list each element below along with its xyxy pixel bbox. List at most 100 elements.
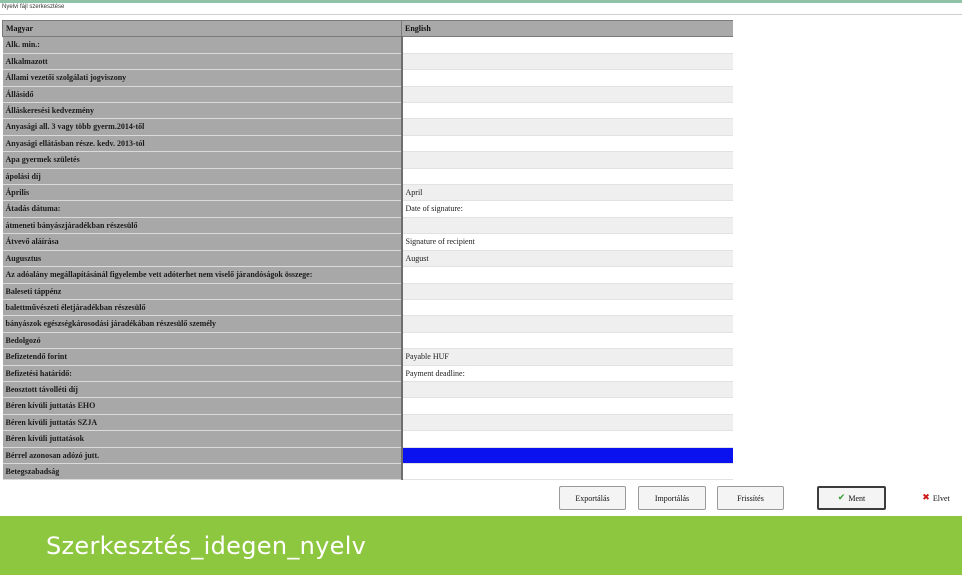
english-cell[interactable] (401, 381, 733, 399)
english-cell[interactable] (401, 299, 733, 317)
cancel-button-label: Elvet (932, 493, 950, 503)
magyar-cell: ápolási díj (2, 168, 403, 186)
save-button[interactable]: ✔ Ment (817, 486, 886, 510)
grid-row[interactable]: átmeneti bányászjáradékban részesülő (2, 217, 733, 235)
magyar-cell: átmeneti bányászjáradékban részesülő (2, 217, 403, 235)
grid-row[interactable]: Béren kívüli juttatás EHO (2, 397, 733, 415)
grid-row[interactable]: Alk. min.: (2, 36, 733, 54)
grid-row[interactable]: Beosztott távolléti díj (2, 381, 733, 399)
grid-row[interactable]: Béren kívüli juttatás SZJA (2, 414, 733, 432)
export-button-label: Exportálás (575, 493, 610, 503)
magyar-cell: Alkalmazott (2, 53, 403, 71)
magyar-cell: Állásidő (2, 86, 403, 104)
x-icon: ✖ (922, 493, 930, 503)
grid-row[interactable]: bányászok egészségkárosodási járadékában… (2, 315, 733, 333)
magyar-cell: Baleseti táppénz (2, 283, 403, 300)
magyar-cell: Betegszabadság (2, 463, 403, 481)
magyar-cell: Átadás dátuma: (2, 200, 403, 218)
update-button[interactable]: Frissítés (717, 486, 784, 510)
grid-row[interactable]: ápolási díj (2, 168, 733, 186)
grid-row[interactable]: Befizetendő forint Payable HUF (2, 348, 733, 366)
english-cell[interactable] (401, 53, 733, 71)
grid-row[interactable]: Álláskeresési kedvezmény (2, 102, 733, 120)
export-button[interactable]: Exportálás (559, 486, 626, 510)
english-cell[interactable] (401, 217, 733, 235)
english-cell[interactable] (401, 168, 733, 186)
caption-text: Szerkesztés_idegen_nyelv (46, 532, 367, 560)
grid-row[interactable]: Baleseti táppénz (2, 283, 733, 300)
grid-row[interactable]: Alkalmazott (2, 53, 733, 71)
english-cell[interactable]: August (401, 250, 733, 268)
english-cell[interactable] (401, 447, 733, 464)
grid-row[interactable]: Anyasági ellátásban része. kedv. 2013-tó… (2, 135, 733, 153)
magyar-cell: Anyasági all. 3 vagy több gyerm.2014-től (2, 118, 403, 136)
import-button[interactable]: Importálás (638, 486, 706, 510)
grid-row[interactable]: Átadás dátuma: Date of signature: (2, 200, 733, 218)
magyar-cell: Befizetési határidő: (2, 365, 403, 382)
grid-row[interactable]: Bedolgozó (2, 332, 733, 350)
update-button-label: Frissítés (737, 493, 764, 503)
english-cell[interactable] (401, 69, 733, 87)
magyar-cell: Állami vezetői szolgálati jogviszony (2, 69, 403, 87)
english-cell[interactable] (401, 414, 733, 432)
grid-row[interactable]: Április April (2, 184, 733, 202)
english-cell[interactable] (401, 266, 733, 284)
grid-row[interactable]: Az adóalány megállapításánál figyelembe … (2, 266, 733, 284)
grid-header-row: Magyar English (2, 20, 733, 38)
magyar-cell: Az adóalány megállapításánál figyelembe … (2, 266, 403, 284)
grid-row[interactable]: Állami vezetői szolgálati jogviszony (2, 69, 733, 87)
window-title: Nyelvi fájl szerkesztése (2, 4, 65, 10)
grid-row[interactable]: Bérrel azonosan adózó jutt. (2, 447, 733, 464)
magyar-cell: Augusztus (2, 250, 403, 268)
column-header-english[interactable]: English (401, 20, 733, 38)
caption-banner: Szerkesztés_idegen_nyelv (0, 516, 962, 575)
english-cell[interactable]: Date of signature: (401, 200, 733, 218)
grid-row[interactable]: Befizetési határidő: Payment deadline: (2, 365, 733, 382)
grid-row[interactable]: Apa gyermek születés (2, 151, 733, 169)
english-cell[interactable] (401, 397, 733, 415)
english-cell[interactable] (401, 283, 733, 300)
grid-row[interactable]: Augusztus August (2, 250, 733, 268)
english-cell[interactable] (401, 332, 733, 350)
magyar-cell: Bedolgozó (2, 332, 403, 350)
translation-grid[interactable]: Magyar English Alk. min.: Alkalmazott Álla… (2, 20, 733, 482)
check-icon: ✔ (837, 493, 846, 503)
english-cell[interactable] (401, 151, 733, 169)
english-cell[interactable]: Signature of recipient (401, 233, 733, 251)
magyar-cell: Béren kívüli juttatás EHO (2, 397, 403, 415)
magyar-cell: Béren kívüli juttatások (2, 430, 403, 448)
english-cell[interactable] (401, 36, 733, 54)
english-cell[interactable] (401, 315, 733, 333)
magyar-cell: Befizetendő forint (2, 348, 403, 366)
magyar-cell: balettművészeti életjáradékban részesülő (2, 299, 403, 317)
grid-row[interactable]: Betegszabadság (2, 463, 733, 481)
english-cell[interactable] (401, 118, 733, 136)
magyar-cell: Álláskeresési kedvezmény (2, 102, 403, 120)
english-cell[interactable] (401, 430, 733, 448)
english-cell[interactable]: Payable HUF (401, 348, 733, 366)
window-top-border (0, 0, 962, 3)
english-cell[interactable] (401, 463, 733, 481)
grid-row[interactable]: Anyasági all. 3 vagy több gyerm.2014-től (2, 118, 733, 136)
grid-row[interactable]: balettművészeti életjáradékban részesülő (2, 299, 733, 317)
window-separator (0, 14, 962, 15)
english-cell[interactable]: Payment deadline: (401, 365, 733, 382)
magyar-cell: Anyasági ellátásban része. kedv. 2013-tó… (2, 135, 403, 153)
english-cell[interactable]: April (401, 184, 733, 202)
magyar-cell: Béren kívüli juttatás SZJA (2, 414, 403, 432)
english-cell[interactable] (401, 135, 733, 153)
magyar-cell: Bérrel azonosan adózó jutt. (2, 447, 403, 464)
english-cell[interactable] (401, 102, 733, 120)
save-button-label: Ment (848, 493, 866, 503)
magyar-cell: Átvevő aláírása (2, 233, 403, 251)
magyar-cell: bányászok egészségkárosodási járadékában… (2, 315, 403, 333)
grid-row[interactable]: Állásidő (2, 86, 733, 104)
column-header-magyar[interactable]: Magyar (2, 20, 402, 38)
cancel-button[interactable]: ✖ Elvet (910, 486, 962, 510)
grid-row[interactable]: Béren kívüli juttatások (2, 430, 733, 448)
button-bar: Exportálás Importálás Frissítés ✔ Ment ✖… (0, 482, 962, 516)
grid-row[interactable]: Átvevő aláírása Signature of recipient (2, 233, 733, 251)
grid-body: Alk. min.: Alkalmazott Állami vezetői szol… (2, 36, 733, 481)
english-cell[interactable] (401, 86, 733, 104)
magyar-cell: Apa gyermek születés (2, 151, 403, 169)
